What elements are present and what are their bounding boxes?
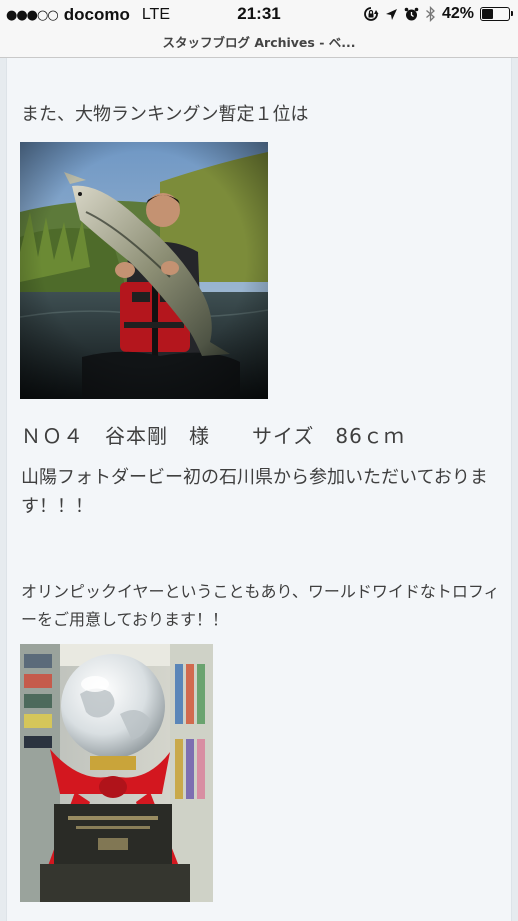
battery-level: [482, 9, 493, 19]
winner-entry-line: ＮＯ４ 谷本剛 様 サイズ 86ｃｍ: [21, 424, 405, 448]
trophy-photo-image: [20, 644, 213, 902]
status-right: 42%: [363, 5, 513, 23]
location-arrow-icon: [385, 8, 397, 20]
bluetooth-icon: [426, 6, 435, 22]
screen-lock-icon: [364, 7, 379, 21]
trophy-note-text: オリンピックイヤーということもあり、ワールドワイドなトロフィーをご用意しておりま…: [21, 582, 500, 629]
status-bar: ●●●○○ docomo LTE 21:31 42%: [0, 0, 518, 30]
page-title-bar[interactable]: スタッフブログ Archives - ベ...: [0, 30, 518, 58]
battery-percent: 42%: [441, 5, 474, 22]
ranking-intro-text: また、大物ランキングン暫定１位は: [21, 104, 309, 125]
angler-with-bass-photo: [20, 142, 268, 399]
winner-note-text: 山陽フォトダービー初の石川県から参加いただいております！！！: [21, 467, 488, 517]
battery-icon: [480, 7, 513, 21]
article-body: また、大物ランキングン暫定１位は ＮＯ４ 谷本剛 様 サイズ 86ｃｍ 山陽フォ…: [6, 58, 512, 921]
alarm-icon: [404, 7, 419, 20]
crystal-globe-trophy-photo: [20, 644, 213, 902]
angler-photo-image: [20, 142, 268, 399]
